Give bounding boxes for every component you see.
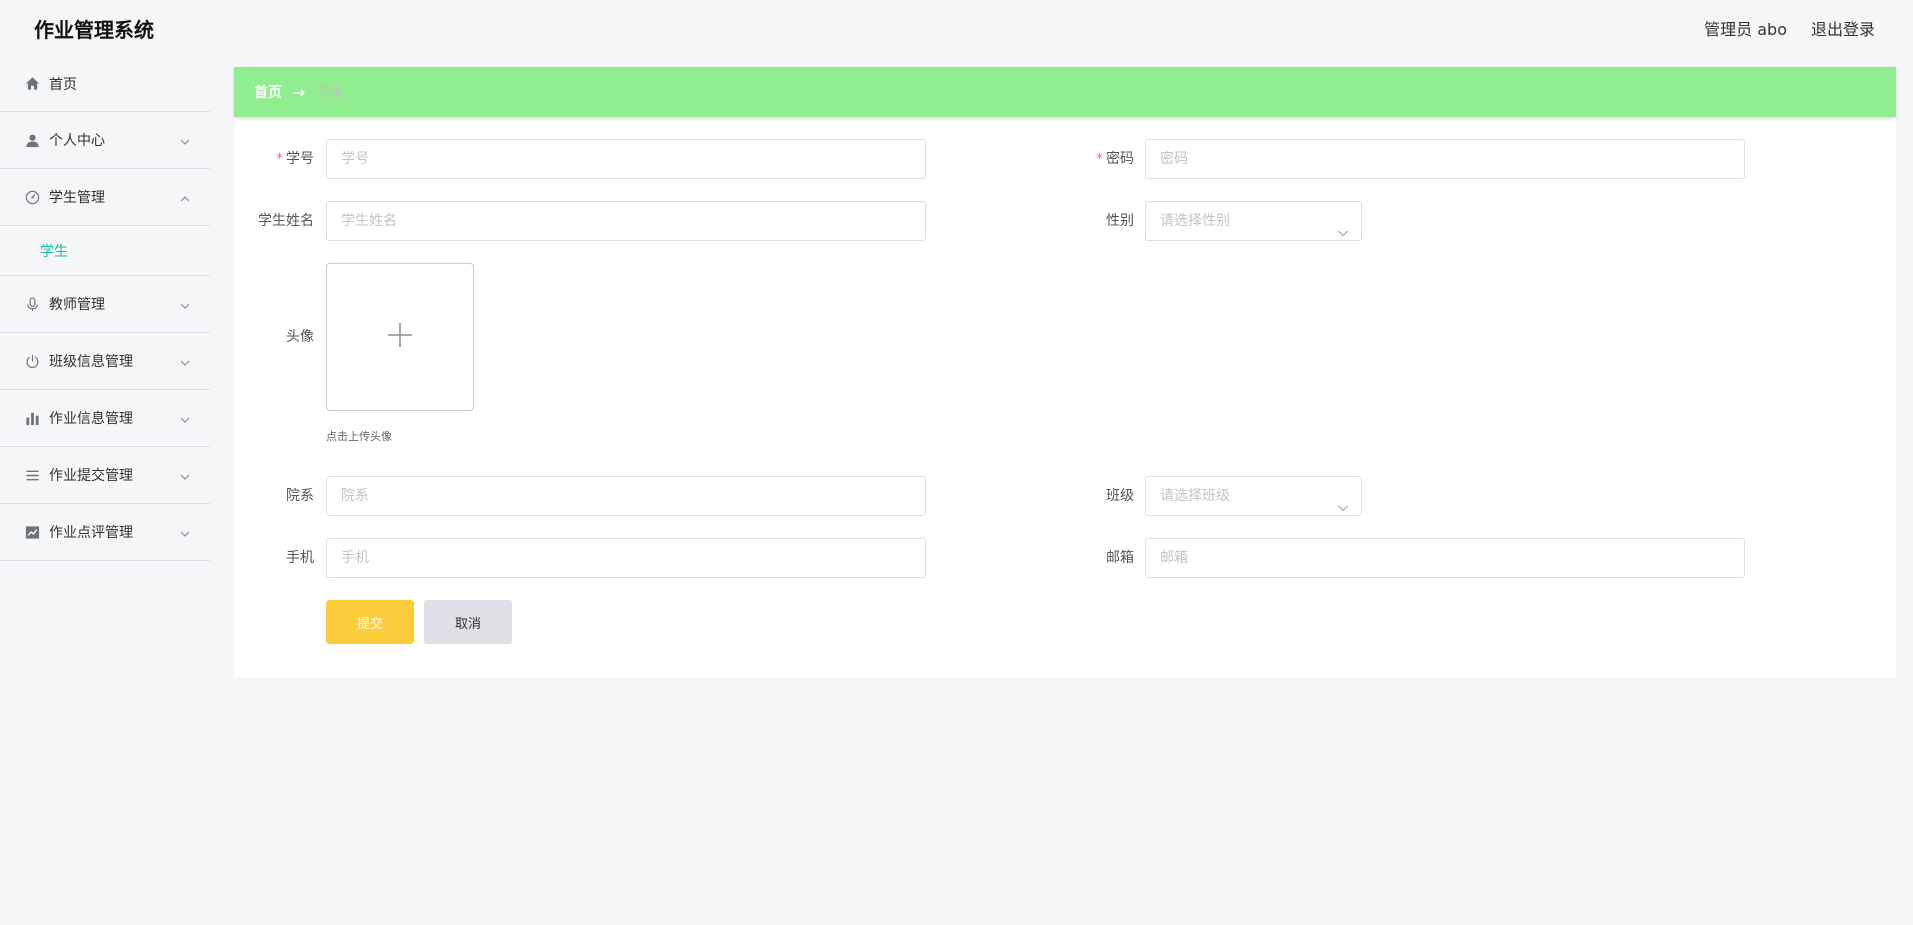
power-icon (24, 353, 40, 369)
chevron-down-icon (180, 135, 190, 145)
breadcrumb: 首页 → 学生 (234, 67, 1896, 117)
sidebar-item-label: 个人中心 (49, 133, 105, 149)
sidebar-item-teacher-management[interactable]: 教师管理 (0, 276, 210, 333)
phone-label: 手机 (286, 550, 314, 566)
sidebar-item-homework-review[interactable]: 作业点评管理 (0, 504, 210, 561)
chevron-down-icon (1337, 491, 1349, 512)
password-label-text: 密码 (1106, 151, 1134, 167)
class-label: 班级 (1106, 488, 1134, 504)
breadcrumb-current: 学生 (315, 85, 344, 101)
sidebar-item-label: 班级信息管理 (49, 354, 133, 370)
plus-icon (387, 322, 413, 352)
submit-button[interactable]: 提交 (326, 600, 414, 644)
chevron-down-icon (180, 413, 190, 423)
class-select-placeholder: 请选择班级 (1160, 488, 1230, 504)
password-label: * 密码 (1054, 139, 1134, 179)
gender-select[interactable]: 请选择性别 (1145, 201, 1362, 241)
avatar-label: 头像 (286, 329, 314, 345)
gender-select-placeholder: 请选择性别 (1160, 213, 1230, 229)
microphone-icon (24, 296, 40, 312)
sidebar-item-student-management[interactable]: 学生管理 (0, 169, 210, 226)
main-content: 首页 → 学生 *学号 *密码 学生姓名 性别 请选择性别 头像 点击上传头像 … (234, 67, 1896, 678)
user-icon (24, 132, 40, 148)
chevron-down-icon (180, 299, 190, 309)
department-input[interactable] (326, 476, 926, 516)
line-chart-icon (24, 524, 40, 540)
student-id-label-text: 学号 (286, 151, 314, 167)
chevron-down-icon (180, 527, 190, 537)
sidebar-item-label: 学生管理 (49, 190, 105, 206)
required-mark: * (1096, 151, 1103, 167)
sidebar-item-label: 首页 (49, 76, 77, 93)
chevron-down-icon (1337, 216, 1349, 237)
sidebar-item-label: 作业提交管理 (49, 468, 133, 484)
sidebar-item-label: 作业点评管理 (49, 525, 133, 541)
student-id-label: * 学号 (234, 139, 314, 179)
header-user-area: 管理员 abo 退出登录 (1704, 16, 1875, 40)
required-mark: * (276, 151, 283, 167)
chevron-up-icon (180, 192, 190, 202)
sidebar-item-homework-submission[interactable]: 作业提交管理 (0, 447, 210, 504)
logout-link[interactable]: 退出登录 (1811, 16, 1875, 40)
sidebar-subitem-student[interactable]: 学生 (0, 226, 210, 276)
class-select[interactable]: 请选择班级 (1145, 476, 1362, 516)
list-icon (24, 467, 40, 483)
phone-input[interactable] (326, 538, 926, 578)
avatar-uploader[interactable] (326, 263, 474, 411)
dashboard-icon (24, 189, 40, 205)
sidebar-item-homework-info[interactable]: 作业信息管理 (0, 390, 210, 447)
password-input[interactable] (1145, 139, 1745, 179)
student-id-input[interactable] (326, 139, 926, 179)
sidebar-item-class-management[interactable]: 班级信息管理 (0, 333, 210, 390)
student-name-label: 学生姓名 (258, 213, 314, 229)
cancel-button[interactable]: 取消 (424, 600, 512, 644)
department-label: 院系 (286, 488, 314, 504)
gender-label: 性别 (1106, 213, 1134, 229)
home-icon (24, 76, 40, 92)
breadcrumb-home[interactable]: 首页 (254, 82, 282, 102)
student-name-input[interactable] (326, 201, 926, 241)
breadcrumb-separator: → (292, 82, 306, 102)
email-label: 邮箱 (1106, 550, 1134, 566)
sidebar-item-label: 作业信息管理 (49, 411, 133, 427)
bar-chart-icon (24, 410, 40, 426)
chevron-down-icon (180, 356, 190, 366)
chevron-down-icon (180, 470, 190, 480)
sidebar-item-personal-center[interactable]: 个人中心 (0, 112, 210, 169)
current-user: 管理员 abo (1704, 20, 1787, 39)
avatar-upload-tip: 点击上传头像 (326, 430, 392, 443)
sidebar-item-home[interactable]: 首页 (0, 56, 210, 112)
top-header: 作业管理系统 管理员 abo 退出登录 (0, 0, 1913, 56)
sidebar-item-label: 教师管理 (49, 297, 105, 313)
sidebar: 首页 个人中心 学生管理 学生 教师管理 班级信息管理 作业信息管理 作业提交管… (0, 56, 210, 561)
app-title: 作业管理系统 (34, 18, 154, 42)
email-input[interactable] (1145, 538, 1745, 578)
